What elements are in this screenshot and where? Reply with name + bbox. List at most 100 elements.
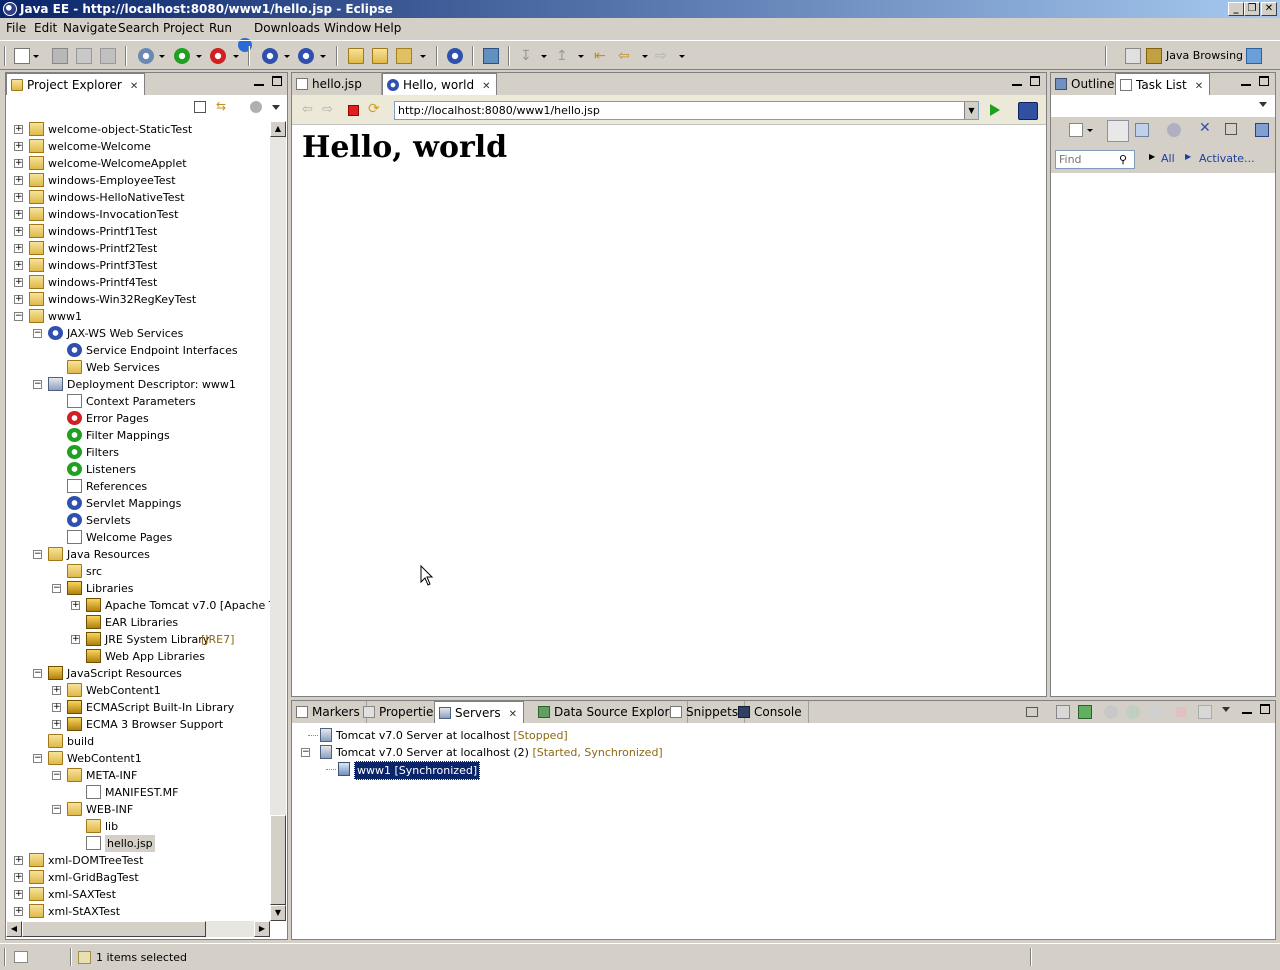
menu-navigate[interactable]: Navigate <box>63 21 117 35</box>
expand-toggle[interactable]: + <box>14 176 23 185</box>
tree-item[interactable]: + welcome-object-StaticTest <box>6 121 270 138</box>
synchronize-icon[interactable] <box>1255 123 1269 137</box>
search-icon[interactable] <box>396 48 412 64</box>
tree-item[interactable]: − www1 <box>6 308 270 325</box>
tree-item[interactable]: − Deployment Descriptor: www1 <box>6 376 270 393</box>
collapse-toggle[interactable]: − <box>301 748 310 757</box>
collapse-icon[interactable]: ✕ <box>1199 120 1211 136</box>
expand-toggle[interactable]: + <box>14 907 23 916</box>
browser-back-icon[interactable]: ⇦ <box>302 102 313 117</box>
publish-server-icon[interactable] <box>1198 705 1212 719</box>
minimize-button[interactable]: _ <box>1228 2 1244 16</box>
collapse-toggle[interactable]: − <box>33 754 42 763</box>
open-perspective-icon[interactable] <box>1125 48 1141 64</box>
profile-server-icon[interactable] <box>1148 705 1162 719</box>
expand-toggle[interactable]: + <box>71 635 80 644</box>
tree-horizontal-scrollbar[interactable]: ◀ ▶ <box>6 921 270 937</box>
menu-downloads[interactable]: Downloads <box>254 21 320 35</box>
tab-outline[interactable]: Outline <box>1051 73 1122 95</box>
save-all-icon[interactable] <box>76 48 92 64</box>
categorized-icon[interactable] <box>1107 120 1129 142</box>
expand-toggle[interactable]: + <box>14 227 23 236</box>
tree-item[interactable]: + welcome-Welcome <box>6 138 270 155</box>
tree-item[interactable]: Filter Mappings <box>6 427 270 444</box>
tree-item[interactable]: Service Endpoint Interfaces <box>6 342 270 359</box>
tree-item[interactable]: + welcome-WelcomeApplet <box>6 155 270 172</box>
activate-link[interactable]: Activate... <box>1199 152 1255 165</box>
tree-item[interactable]: Web App Libraries <box>6 648 270 665</box>
tree-item[interactable]: − Java Resources <box>6 546 270 563</box>
tree-item[interactable]: + windows-Printf2Test <box>6 240 270 257</box>
tree-item[interactable]: + windows-Printf1Test <box>6 223 270 240</box>
java-ee-perspective-icon[interactable] <box>1246 48 1262 64</box>
print-icon[interactable] <box>100 48 116 64</box>
tree-item[interactable]: Error Pages <box>6 410 270 427</box>
scroll-left-arrow[interactable]: ◀ <box>6 921 22 937</box>
close-button[interactable]: ✕ <box>1261 2 1277 16</box>
collapse-toggle[interactable]: − <box>52 584 61 593</box>
expand-toggle[interactable]: + <box>14 193 23 202</box>
tree-item[interactable]: + windows-HelloNativeTest <box>6 189 270 206</box>
tree-item[interactable]: Context Parameters <box>6 393 270 410</box>
scroll-down-arrow[interactable]: ▼ <box>270 905 286 921</box>
tree-item[interactable]: Welcome Pages <box>6 529 270 546</box>
minimize-editor-icon[interactable] <box>1012 76 1022 86</box>
tree-item[interactable]: + WebContent1 <box>6 682 270 699</box>
tree-item[interactable]: src <box>6 563 270 580</box>
tree-item[interactable]: Filters <box>6 444 270 461</box>
perspective-label[interactable]: Java Browsing <box>1166 49 1243 62</box>
collapse-toggle[interactable]: − <box>14 312 23 321</box>
collapse-toggle[interactable]: − <box>33 380 42 389</box>
stop-icon[interactable] <box>348 105 359 116</box>
collapse-toggle[interactable]: − <box>33 669 42 678</box>
tree-item[interactable]: Listeners <box>6 461 270 478</box>
tree-item[interactable]: + ECMAScript Built-In Library <box>6 699 270 716</box>
collapse-toggle[interactable]: − <box>33 550 42 559</box>
scroll-right-arrow[interactable]: ▶ <box>254 921 270 937</box>
debug-server-icon[interactable] <box>1104 705 1118 719</box>
tree-item[interactable]: Servlets <box>6 512 270 529</box>
expand-toggle[interactable]: + <box>14 856 23 865</box>
expand-toggle[interactable]: + <box>14 261 23 270</box>
stop-server-icon[interactable] <box>1176 707 1186 717</box>
scheduled-icon[interactable] <box>1135 123 1149 137</box>
next-annotation-icon[interactable]: ↧ <box>520 48 536 64</box>
tab-task-list[interactable]: Task List ✕ <box>1115 73 1211 95</box>
tree-item[interactable]: Web Services <box>6 359 270 376</box>
expand-toggle[interactable]: + <box>14 210 23 219</box>
restore-button[interactable]: ❐ <box>1244 2 1260 16</box>
previous-annotation-icon[interactable]: ↥ <box>556 48 572 64</box>
tree-item[interactable]: + windows-InvocationTest <box>6 206 270 223</box>
tree-item[interactable]: lib <box>6 818 270 835</box>
expand-toggle[interactable]: + <box>52 703 61 712</box>
tree-item[interactable]: − WebContent1 <box>6 750 270 767</box>
expand-toggle[interactable]: + <box>14 125 23 134</box>
new-task-dropdown-icon[interactable] <box>1087 129 1093 132</box>
last-edit-location-icon[interactable]: ⇤ <box>594 48 610 64</box>
expand-toggle[interactable]: + <box>71 601 80 610</box>
tree-item[interactable]: + ECMA 3 Browser Support <box>6 716 270 733</box>
tree-item[interactable]: − META-INF <box>6 767 270 784</box>
expand-toggle[interactable]: + <box>14 244 23 253</box>
collapse-toggle[interactable]: − <box>52 805 61 814</box>
open-type-icon[interactable] <box>348 48 364 64</box>
maximize-view-icon[interactable] <box>1259 76 1269 86</box>
tab-hello-jsp[interactable]: hello.jsp <box>292 73 382 95</box>
filter-icon[interactable] <box>250 101 262 113</box>
tree-item[interactable]: + xml-DOMTreeTest <box>6 852 270 869</box>
tree-item[interactable]: EAR Libraries <box>6 614 270 631</box>
fast-view-icon[interactable] <box>14 951 28 963</box>
forward-icon[interactable]: ⇨ <box>655 48 671 64</box>
new-icon[interactable] <box>14 48 30 64</box>
tree-item[interactable]: build <box>6 733 270 750</box>
publish-icon[interactable] <box>1078 705 1092 719</box>
menu-run[interactable]: Run <box>209 21 232 35</box>
minimize-view-icon[interactable] <box>1242 704 1252 714</box>
hscroll-thumb[interactable] <box>22 921 206 937</box>
close-icon[interactable]: ✕ <box>482 81 490 92</box>
tab-console[interactable]: Console <box>734 701 809 723</box>
toggle-mark-occurrences-icon[interactable] <box>483 48 499 64</box>
new-java-project-icon[interactable] <box>262 48 278 64</box>
menu-project[interactable]: Project <box>163 21 204 35</box>
view-menu-icon[interactable] <box>1259 102 1267 107</box>
